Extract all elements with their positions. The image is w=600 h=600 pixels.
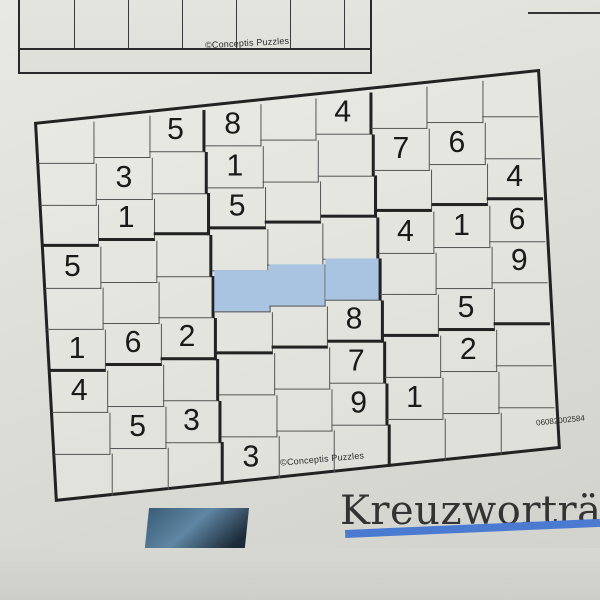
sudoku-cell	[264, 181, 321, 224]
divider-line	[528, 0, 600, 14]
sudoku-cell	[267, 222, 324, 265]
sudoku-cell	[380, 252, 437, 295]
sudoku-cell: 4	[487, 158, 544, 200]
sudoku-cell	[482, 74, 539, 117]
sudoku-cell	[325, 258, 381, 301]
sudoku-cell	[260, 98, 317, 141]
sudoku-cell	[274, 347, 330, 390]
sudoku-cell: 4	[378, 211, 435, 254]
sudoku-cell	[427, 80, 483, 123]
sudoku-cell: 1	[433, 205, 490, 248]
sudoku-cell: 1	[98, 198, 155, 241]
sudoku-grid: 5843176154541691628547253913	[34, 68, 561, 503]
sudoku-cell	[496, 324, 553, 367]
sudoku-cell	[38, 121, 95, 164]
sudoku-cell: 5	[149, 109, 206, 152]
page-bottom	[0, 548, 600, 600]
sudoku-cell	[218, 353, 275, 396]
sudoku-cell	[382, 294, 439, 337]
sudoku-cell	[322, 217, 379, 259]
sudoku-cell: 4	[51, 370, 108, 413]
sudoku-cell	[431, 163, 488, 206]
sudoku-cell	[100, 240, 157, 283]
sudoku-cell	[443, 371, 499, 414]
sudoku-cell	[494, 282, 550, 325]
sudoku-area: 5843176154541691628547253913	[30, 50, 575, 503]
sudoku-cell: 8	[327, 300, 384, 343]
sudoku-cell	[47, 287, 104, 330]
sudoku-cell	[153, 193, 210, 235]
sudoku-cell: 5	[45, 246, 101, 289]
sudoku-cell: 3	[165, 400, 222, 443]
sudoku-cell	[436, 247, 493, 289]
sudoku-cell	[107, 365, 164, 407]
sudoku-cell: 1	[49, 329, 106, 372]
sudoku-cell: 6	[429, 122, 486, 165]
sudoku-cell: 4	[315, 92, 372, 135]
sudoku-cell	[498, 365, 555, 408]
sudoku-cell: 5	[209, 187, 266, 230]
sudoku-cell	[93, 115, 150, 158]
sudoku-cell: 1	[387, 377, 444, 420]
sudoku-cell	[376, 169, 432, 212]
sudoku-cell: 8	[204, 104, 261, 146]
puzzle-cell	[74, 0, 129, 48]
sudoku-cell	[385, 335, 442, 378]
sudoku-cell	[262, 139, 319, 182]
sudoku-cell	[484, 116, 541, 159]
sudoku-cell: 7	[373, 128, 430, 170]
sudoku-cell	[40, 163, 97, 205]
sudoku-cell	[318, 134, 375, 176]
sudoku-cell: 5	[438, 288, 495, 331]
sudoku-cell: 2	[440, 330, 497, 372]
sudoku-cell	[158, 276, 215, 318]
sudoku-cell	[111, 448, 168, 491]
sudoku-cell	[216, 311, 273, 354]
sudoku-cell	[220, 395, 277, 437]
sudoku-cell: 6	[489, 199, 546, 242]
sudoku-cell	[271, 306, 328, 348]
sudoku-cell	[42, 204, 99, 247]
sudoku-cell: 9	[331, 383, 388, 426]
sudoku-cell: 7	[329, 341, 386, 384]
sudoku-cell	[102, 282, 159, 324]
sudoku-cell	[445, 413, 502, 456]
sudoku-cell	[389, 419, 446, 461]
sudoku-cell	[54, 412, 111, 455]
sudoku-cell	[151, 151, 208, 194]
sudoku-cell: 2	[160, 317, 217, 360]
sudoku-cell	[56, 454, 113, 496]
sudoku-cell	[213, 270, 270, 313]
sudoku-cell	[162, 359, 219, 402]
sudoku-cell	[320, 175, 377, 218]
sudoku-cell	[269, 264, 326, 307]
sudoku-cell: 6	[105, 323, 162, 366]
sudoku-cell	[167, 442, 224, 485]
sudoku-cell: 5	[109, 406, 166, 449]
sudoku-cell: 1	[207, 145, 263, 188]
sudoku-cell	[371, 86, 428, 129]
sudoku-cell	[211, 228, 268, 271]
sudoku-cell	[276, 389, 333, 431]
sudoku-cell: 9	[491, 241, 548, 283]
puzzle-cell	[20, 0, 75, 48]
puzzle-digit: 3	[310, 0, 330, 8]
sudoku-cell	[501, 407, 557, 449]
sudoku-cell	[156, 234, 212, 277]
puzzle-digit: 9	[140, 0, 160, 8]
sudoku-cell: 3	[95, 157, 152, 200]
newspaper-page: 9 3 06082002 ©Conceptis Puzzles 58431761…	[0, 0, 600, 600]
sudoku-cell: 3	[223, 436, 279, 479]
